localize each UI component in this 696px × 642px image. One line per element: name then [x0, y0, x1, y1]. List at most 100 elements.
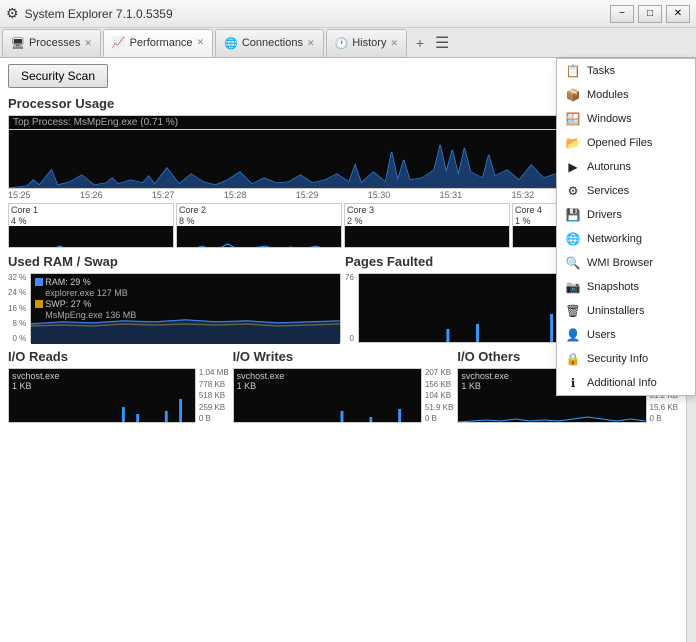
tab-add-button[interactable]: +: [409, 32, 431, 54]
io-others-process-label: svchost.exe 1 KB: [461, 371, 509, 391]
title-bar-controls: − □ ✕: [610, 5, 690, 23]
io-reads-v2: 518 KB: [199, 391, 229, 400]
ram-process-label: explorer.exe 127 MB: [35, 288, 136, 298]
io-reads-axis: 1.04 MB 778 KB 518 KB 259 KB 0 B: [198, 368, 229, 423]
io-reads-v4: 0 B: [199, 414, 229, 423]
security-info-icon: 🔒: [565, 351, 581, 367]
users-icon: 👤: [565, 327, 581, 343]
ram-pct-0: 0 %: [8, 334, 26, 343]
ram-pct-8: 8 %: [8, 319, 26, 328]
drivers-icon: 💾: [565, 207, 581, 223]
history-icon: 🕐: [335, 37, 349, 50]
core-1-label: Core 1: [9, 204, 173, 216]
io-others-v4: 0 B: [650, 414, 678, 423]
ram-title: Used RAM / Swap: [8, 254, 341, 269]
io-reads-process: svchost.exe: [12, 371, 60, 381]
io-reads-chart: svchost.exe 1 KB: [8, 368, 196, 423]
pages-pct-0: 0: [345, 334, 354, 343]
menu-item-users[interactable]: 👤 Users: [557, 323, 695, 347]
windows-icon: 🪟: [565, 111, 581, 127]
menu-item-wmi-browser-label: WMI Browser: [587, 257, 653, 269]
time-6: 15:31: [440, 190, 463, 200]
menu-item-drivers[interactable]: 💾 Drivers: [557, 203, 695, 227]
core-2-label: Core 2: [177, 204, 341, 216]
menu-item-snapshots-label: Snapshots: [587, 281, 639, 293]
menu-item-modules[interactable]: 📦 Modules: [557, 83, 695, 107]
io-writes-v3: 51.9 KB: [425, 403, 453, 412]
menu-item-snapshots[interactable]: 📷 Snapshots: [557, 275, 695, 299]
tab-connections-close[interactable]: ✕: [307, 38, 315, 49]
tab-performance[interactable]: 📈 Performance ✕: [103, 29, 213, 57]
core-2-chart: [177, 226, 341, 248]
menu-item-security-info[interactable]: 🔒 Security Info: [557, 347, 695, 371]
performance-icon: 📈: [112, 36, 126, 49]
io-reads-v1: 778 KB: [199, 380, 229, 389]
menu-item-networking[interactable]: 🌐 Networking: [557, 227, 695, 251]
processes-icon: 🖥: [11, 37, 25, 50]
menu-item-modules-label: Modules: [587, 89, 629, 101]
tab-processes[interactable]: 🖥 Processes ✕: [2, 29, 101, 57]
tab-connections[interactable]: 🌐 Connections ✕: [215, 29, 323, 57]
pages-pct-axis: 76 0: [345, 273, 356, 343]
tab-performance-close[interactable]: ✕: [197, 37, 205, 48]
tab-performance-label: Performance: [130, 37, 193, 49]
opened-files-icon: 📂: [565, 135, 581, 151]
ram-labels-overlay: RAM: 29 % explorer.exe 127 MB SWP: 27 % …: [35, 276, 136, 320]
core-1-chart: [9, 226, 173, 248]
menu-button[interactable]: ☰: [435, 33, 449, 53]
menu-item-additional-info[interactable]: ℹ Additional Info: [557, 371, 695, 395]
menu-item-opened-files[interactable]: 📂 Opened Files: [557, 131, 695, 155]
menu-item-services[interactable]: ⚙ Services: [557, 179, 695, 203]
menu-item-autoruns-label: Autoruns: [587, 161, 631, 173]
maximize-button[interactable]: □: [638, 5, 662, 23]
title-bar-left: ⚙ System Explorer 7.1.0.5359: [6, 5, 173, 22]
io-writes-v2: 104 KB: [425, 391, 453, 400]
tab-processes-label: Processes: [29, 37, 80, 49]
close-button[interactable]: ✕: [666, 5, 690, 23]
io-reads-value: 1 KB: [12, 381, 60, 391]
menu-item-windows[interactable]: 🪟 Windows: [557, 107, 695, 131]
pages-pct-76: 76: [345, 273, 354, 282]
menu-item-windows-label: Windows: [587, 113, 632, 125]
menu-item-wmi-browser[interactable]: 🔍 WMI Browser: [557, 251, 695, 275]
minimize-button[interactable]: −: [610, 5, 634, 23]
io-reads-process-label: svchost.exe 1 KB: [12, 371, 60, 391]
io-others-v3: 15.6 KB: [650, 403, 678, 412]
menu-item-tasks-label: Tasks: [587, 65, 615, 77]
menu-item-services-label: Services: [587, 185, 629, 197]
core-2-pct: 8 %: [177, 216, 341, 226]
security-scan-button[interactable]: Security Scan: [8, 64, 108, 88]
io-writes-section: I/O Writes svchost.exe 1 KB: [233, 349, 454, 423]
tab-history-label: History: [352, 37, 386, 49]
io-writes-axis: 207 KB 156 KB 104 KB 51.9 KB 0 B: [424, 368, 453, 423]
tab-processes-close[interactable]: ✕: [84, 38, 92, 49]
ram-pct-32: 32 %: [8, 273, 26, 282]
core-3-box: Core 3 2 %: [344, 203, 510, 248]
autoruns-icon: ▶: [565, 159, 581, 175]
ram-chart-area: RAM: 29 % explorer.exe 127 MB SWP: 27 % …: [30, 273, 341, 343]
snapshots-icon: 📷: [565, 279, 581, 295]
connections-icon: 🌐: [224, 37, 238, 50]
tab-bar: 🖥 Processes ✕ 📈 Performance ✕ 🌐 Connecti…: [0, 28, 696, 58]
tab-history[interactable]: 🕐 History ✕: [326, 29, 407, 57]
app-icon: ⚙: [6, 5, 19, 22]
io-reads-v0: 1.04 MB: [199, 368, 229, 377]
swp-pct-label: SWP: 27 %: [45, 299, 91, 309]
ram-section: Used RAM / Swap 32 % 24 % 16 % 8 % 0 %: [8, 254, 341, 343]
menu-item-autoruns[interactable]: ▶ Autoruns: [557, 155, 695, 179]
core-2-box: Core 2 8 %: [176, 203, 342, 248]
menu-item-tasks[interactable]: 📋 Tasks: [557, 59, 695, 83]
menu-item-additional-info-label: Additional Info: [587, 377, 657, 389]
time-5: 15:30: [368, 190, 391, 200]
menu-item-uninstallers[interactable]: 🗑 Uninstallers: [557, 299, 695, 323]
io-reads-v3: 259 KB: [199, 403, 229, 412]
wmi-browser-icon: 🔍: [565, 255, 581, 271]
uninstallers-icon: 🗑: [565, 303, 581, 319]
io-writes-value: 1 KB: [237, 381, 285, 391]
swp-color-indicator: [35, 300, 43, 308]
core-3-chart: [345, 226, 509, 248]
tab-history-close[interactable]: ✕: [390, 38, 398, 49]
title-bar: ⚙ System Explorer 7.1.0.5359 − □ ✕: [0, 0, 696, 28]
core-3-label: Core 3: [345, 204, 509, 216]
modules-icon: 📦: [565, 87, 581, 103]
